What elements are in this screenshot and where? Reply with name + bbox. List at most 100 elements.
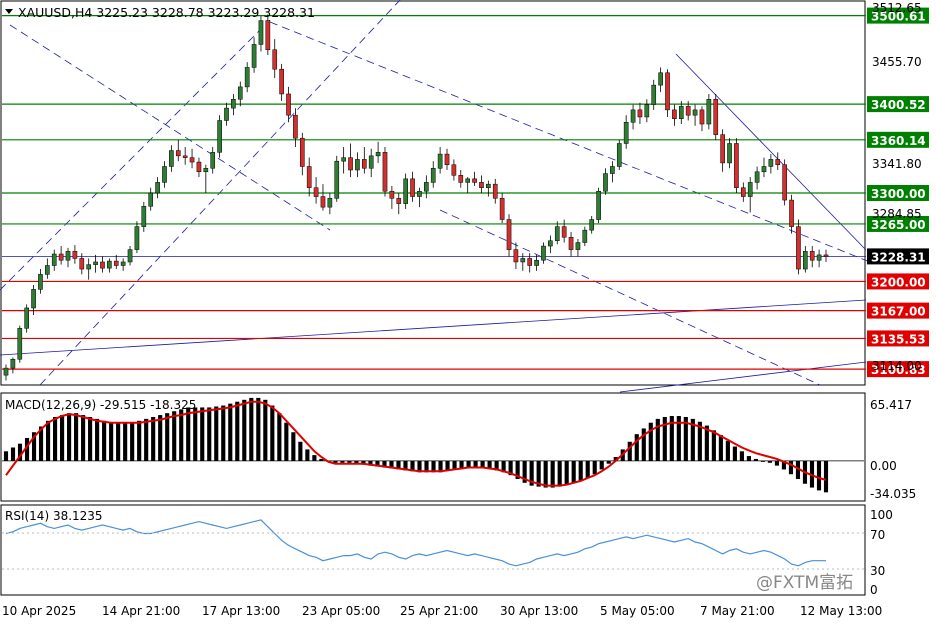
- candle: [155, 177, 160, 199]
- macd-bar: [45, 420, 51, 461]
- candle: [299, 132, 305, 176]
- candle: [424, 175, 429, 199]
- triangle-down-icon[interactable]: [5, 9, 13, 14]
- candle: [734, 138, 739, 193]
- macd-bar: [298, 441, 303, 461]
- candle: [389, 185, 395, 209]
- macd-bar: [606, 460, 611, 464]
- candle: [265, 14, 271, 56]
- rsi-indicator: [5, 519, 826, 567]
- candle: [754, 166, 760, 190]
- macd-bar: [711, 430, 716, 461]
- macd-bar: [214, 406, 219, 461]
- macd-bar: [725, 440, 730, 461]
- candle: [603, 168, 608, 195]
- candle: [107, 258, 112, 273]
- macd-bar: [158, 415, 163, 461]
- candle: [499, 193, 505, 224]
- macd-bar: [557, 460, 562, 487]
- candle: [258, 16, 264, 52]
- candle: [279, 63, 284, 102]
- time-label-3: 23 Apr 05:00: [302, 604, 380, 618]
- candle: [713, 93, 719, 140]
- candle: [809, 246, 815, 268]
- candle: [38, 269, 43, 294]
- macd-bar: [347, 460, 352, 463]
- candle: [100, 256, 105, 273]
- candle: [3, 364, 9, 381]
- candle: [148, 187, 154, 211]
- candle: [782, 159, 787, 206]
- macd-bar: [165, 413, 170, 461]
- macd-bar: [277, 413, 282, 461]
- macd-bar: [95, 418, 100, 461]
- candle: [651, 79, 657, 110]
- candle: [217, 115, 222, 158]
- price-tick-2: 3341.80: [872, 157, 922, 171]
- candle: [658, 67, 663, 93]
- macd-bar: [550, 460, 555, 488]
- candle: [189, 148, 195, 169]
- candle: [568, 231, 574, 257]
- trend-channel-lines: [0, 0, 871, 393]
- macd-bar: [767, 460, 772, 463]
- macd-signal-line: [5, 400, 827, 487]
- downtrend-line-solid: [675, 53, 867, 251]
- macd-bar: [249, 397, 254, 461]
- macd-bar: [137, 420, 142, 461]
- symbol-header: XAUUSD,H4 3225.23 3228.78 3223.29 3228.3…: [18, 5, 315, 20]
- candle: [520, 253, 526, 271]
- candle: [341, 147, 346, 174]
- candle: [534, 254, 539, 271]
- horizontal-levels: 3500.613400.523360.143300.003265.003228.…: [2, 7, 929, 378]
- macd-tick-bottom: -34.035: [870, 487, 916, 501]
- time-axis: 10 Apr 2025 14 Apr 21:00 17 Apr 13:00 23…: [2, 604, 882, 618]
- macd-bar: [571, 460, 576, 483]
- candle: [286, 86, 291, 123]
- macd-bar: [144, 418, 149, 461]
- macd-bar: [592, 460, 597, 475]
- macd-bar: [543, 460, 548, 488]
- candle: [348, 143, 353, 178]
- macd-bar: [67, 413, 72, 461]
- macd-bar: [578, 460, 583, 481]
- candle: [575, 238, 581, 257]
- candle: [492, 178, 498, 204]
- candle: [775, 152, 781, 171]
- candle: [589, 215, 595, 234]
- candle: [796, 219, 801, 275]
- price-tick-3: 3284.85: [872, 207, 922, 221]
- candle: [430, 161, 436, 188]
- candle: [72, 245, 78, 264]
- macd-bar: [123, 422, 128, 461]
- rsi-title: RSI(14) 38.1235: [5, 509, 103, 523]
- candle: [541, 242, 546, 264]
- candle: [196, 157, 202, 178]
- candle: [479, 175, 484, 193]
- candle: [513, 242, 519, 270]
- macd-bar: [74, 413, 79, 461]
- macd-bar: [52, 416, 58, 461]
- macd-bar: [788, 460, 794, 475]
- candle: [327, 193, 333, 215]
- rsi-line: [5, 519, 826, 567]
- macd-title: MACD(12,26,9) -29.515 -18.325: [5, 398, 196, 412]
- macd-bar: [10, 447, 16, 461]
- macd-tick-top: 65.417: [870, 398, 912, 412]
- candle: [816, 249, 822, 268]
- support-trend-line-2: [619, 361, 867, 393]
- level-label-resistance-3360: 3360.14: [871, 134, 926, 148]
- time-label-6: 5 May 05:00: [600, 604, 675, 618]
- candle: [561, 219, 567, 243]
- macd-bar: [179, 409, 184, 461]
- candle: [182, 147, 188, 165]
- macd-bar: [235, 401, 240, 461]
- candle: [630, 104, 636, 130]
- macd-bar: [3, 451, 9, 461]
- candle: [740, 182, 746, 202]
- candlesticks: [3, 14, 829, 381]
- candle: [465, 177, 470, 193]
- macd-bar: [319, 458, 324, 461]
- macd-bar: [739, 451, 744, 461]
- candle: [410, 171, 415, 202]
